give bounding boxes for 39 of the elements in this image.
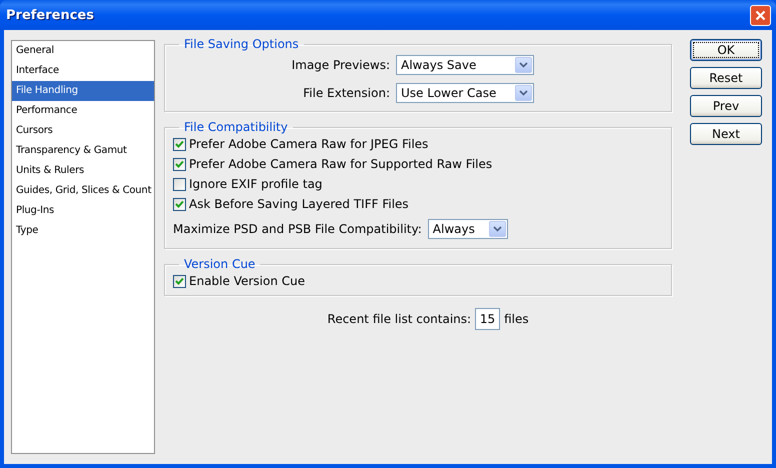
category-item[interactable]: Transparency & Gamut — [12, 141, 154, 161]
dropdown[interactable]: Always Save — [396, 55, 534, 75]
window-title: Preferences — [6, 8, 94, 22]
input-field[interactable]: 15 — [475, 308, 500, 330]
dropdown[interactable]: Always — [428, 219, 508, 239]
close-icon — [755, 10, 766, 20]
field-label: Image Previews: — [292, 58, 390, 72]
checkbox-label[interactable]: Ask Before Saving Layered TIFF Files — [189, 197, 409, 211]
category-item[interactable]: Cursors — [12, 121, 154, 141]
category-item[interactable]: Units & Rulers — [12, 161, 154, 181]
checkbox-label[interactable]: Prefer Adobe Camera Raw for Supported Raw Files — [189, 157, 492, 171]
checkbox[interactable] — [173, 178, 186, 190]
group-title: File Compatibility — [183, 120, 289, 134]
dropdown[interactable]: Use Lower Case — [396, 83, 534, 103]
close-button[interactable] — [750, 4, 771, 26]
category-item[interactable]: Performance — [12, 101, 154, 121]
checkbox-label[interactable]: Enable Version Cue — [189, 274, 305, 288]
field-label: Recent file list contains: — [327, 312, 472, 326]
field-label: File Extension: — [303, 86, 390, 100]
checkbox-label[interactable]: Prefer Adobe Camera Raw for JPEG Files — [189, 137, 428, 151]
group-title: File Saving Options — [183, 37, 300, 51]
checkbox[interactable] — [173, 158, 186, 170]
checkbox[interactable] — [173, 138, 186, 150]
dialog-button[interactable]: OK — [690, 39, 762, 61]
category-item[interactable]: Guides, Grid, Slices & Count — [12, 181, 154, 201]
dialog-button[interactable]: Next — [690, 123, 762, 145]
category-item[interactable]: File Handling — [12, 81, 154, 101]
checkbox-label[interactable]: Ignore EXIF profile tag — [189, 177, 322, 191]
category-item[interactable]: Plug-Ins — [12, 201, 154, 221]
category-item[interactable]: Type — [12, 221, 154, 241]
unit-label: files — [504, 312, 529, 326]
category-item[interactable]: Interface — [12, 61, 154, 81]
field-label: Maximize PSD and PSB File Compatibility: — [173, 222, 422, 236]
checkbox[interactable] — [173, 274, 186, 288]
dialog-button[interactable]: Prev — [690, 95, 762, 117]
group-title: Version Cue — [183, 257, 256, 271]
category-item[interactable]: General — [12, 41, 154, 61]
checkbox[interactable] — [173, 198, 186, 210]
dialog-button[interactable]: Reset — [690, 67, 762, 89]
